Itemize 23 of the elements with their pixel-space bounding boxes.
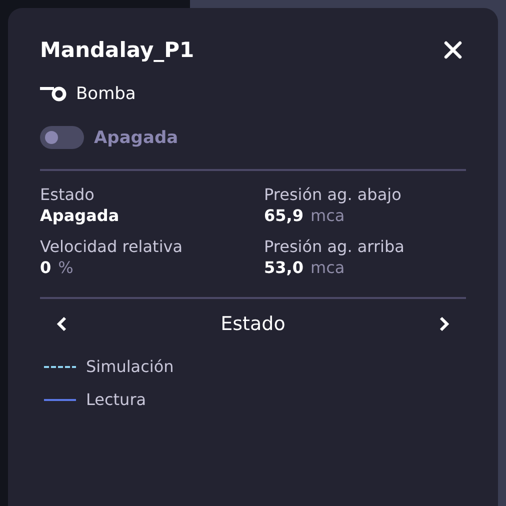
unit-label: mca (310, 258, 345, 277)
toggle-switch[interactable] (40, 126, 84, 149)
panel-title: Mandalay_P1 (40, 38, 194, 62)
legend-label: Simulación (86, 357, 174, 376)
stat-label: Presión ag. abajo (264, 185, 402, 204)
legend-label: Lectura (86, 390, 146, 409)
close-icon (444, 41, 462, 59)
stat-label: Velocidad relativa (40, 237, 184, 256)
type-label: Bomba (76, 84, 136, 104)
stat-value: 53,0 (264, 258, 304, 277)
chart-title: Estado (220, 313, 286, 335)
unit-label: mca (310, 206, 345, 225)
pump-icon (40, 86, 68, 102)
close-button[interactable] (442, 39, 464, 61)
stat-value: 0 (40, 258, 52, 277)
chevron-left-icon (56, 316, 68, 332)
toggle-label: Apagada (94, 128, 178, 148)
stat-value: Apagada (40, 206, 120, 225)
chevron-right-icon (438, 316, 450, 332)
stat-label: Presión ag. arriba (264, 237, 406, 256)
stat-value: 65,9 (264, 206, 304, 225)
unit-label: % (58, 258, 74, 277)
stat-label: Estado (40, 185, 96, 204)
